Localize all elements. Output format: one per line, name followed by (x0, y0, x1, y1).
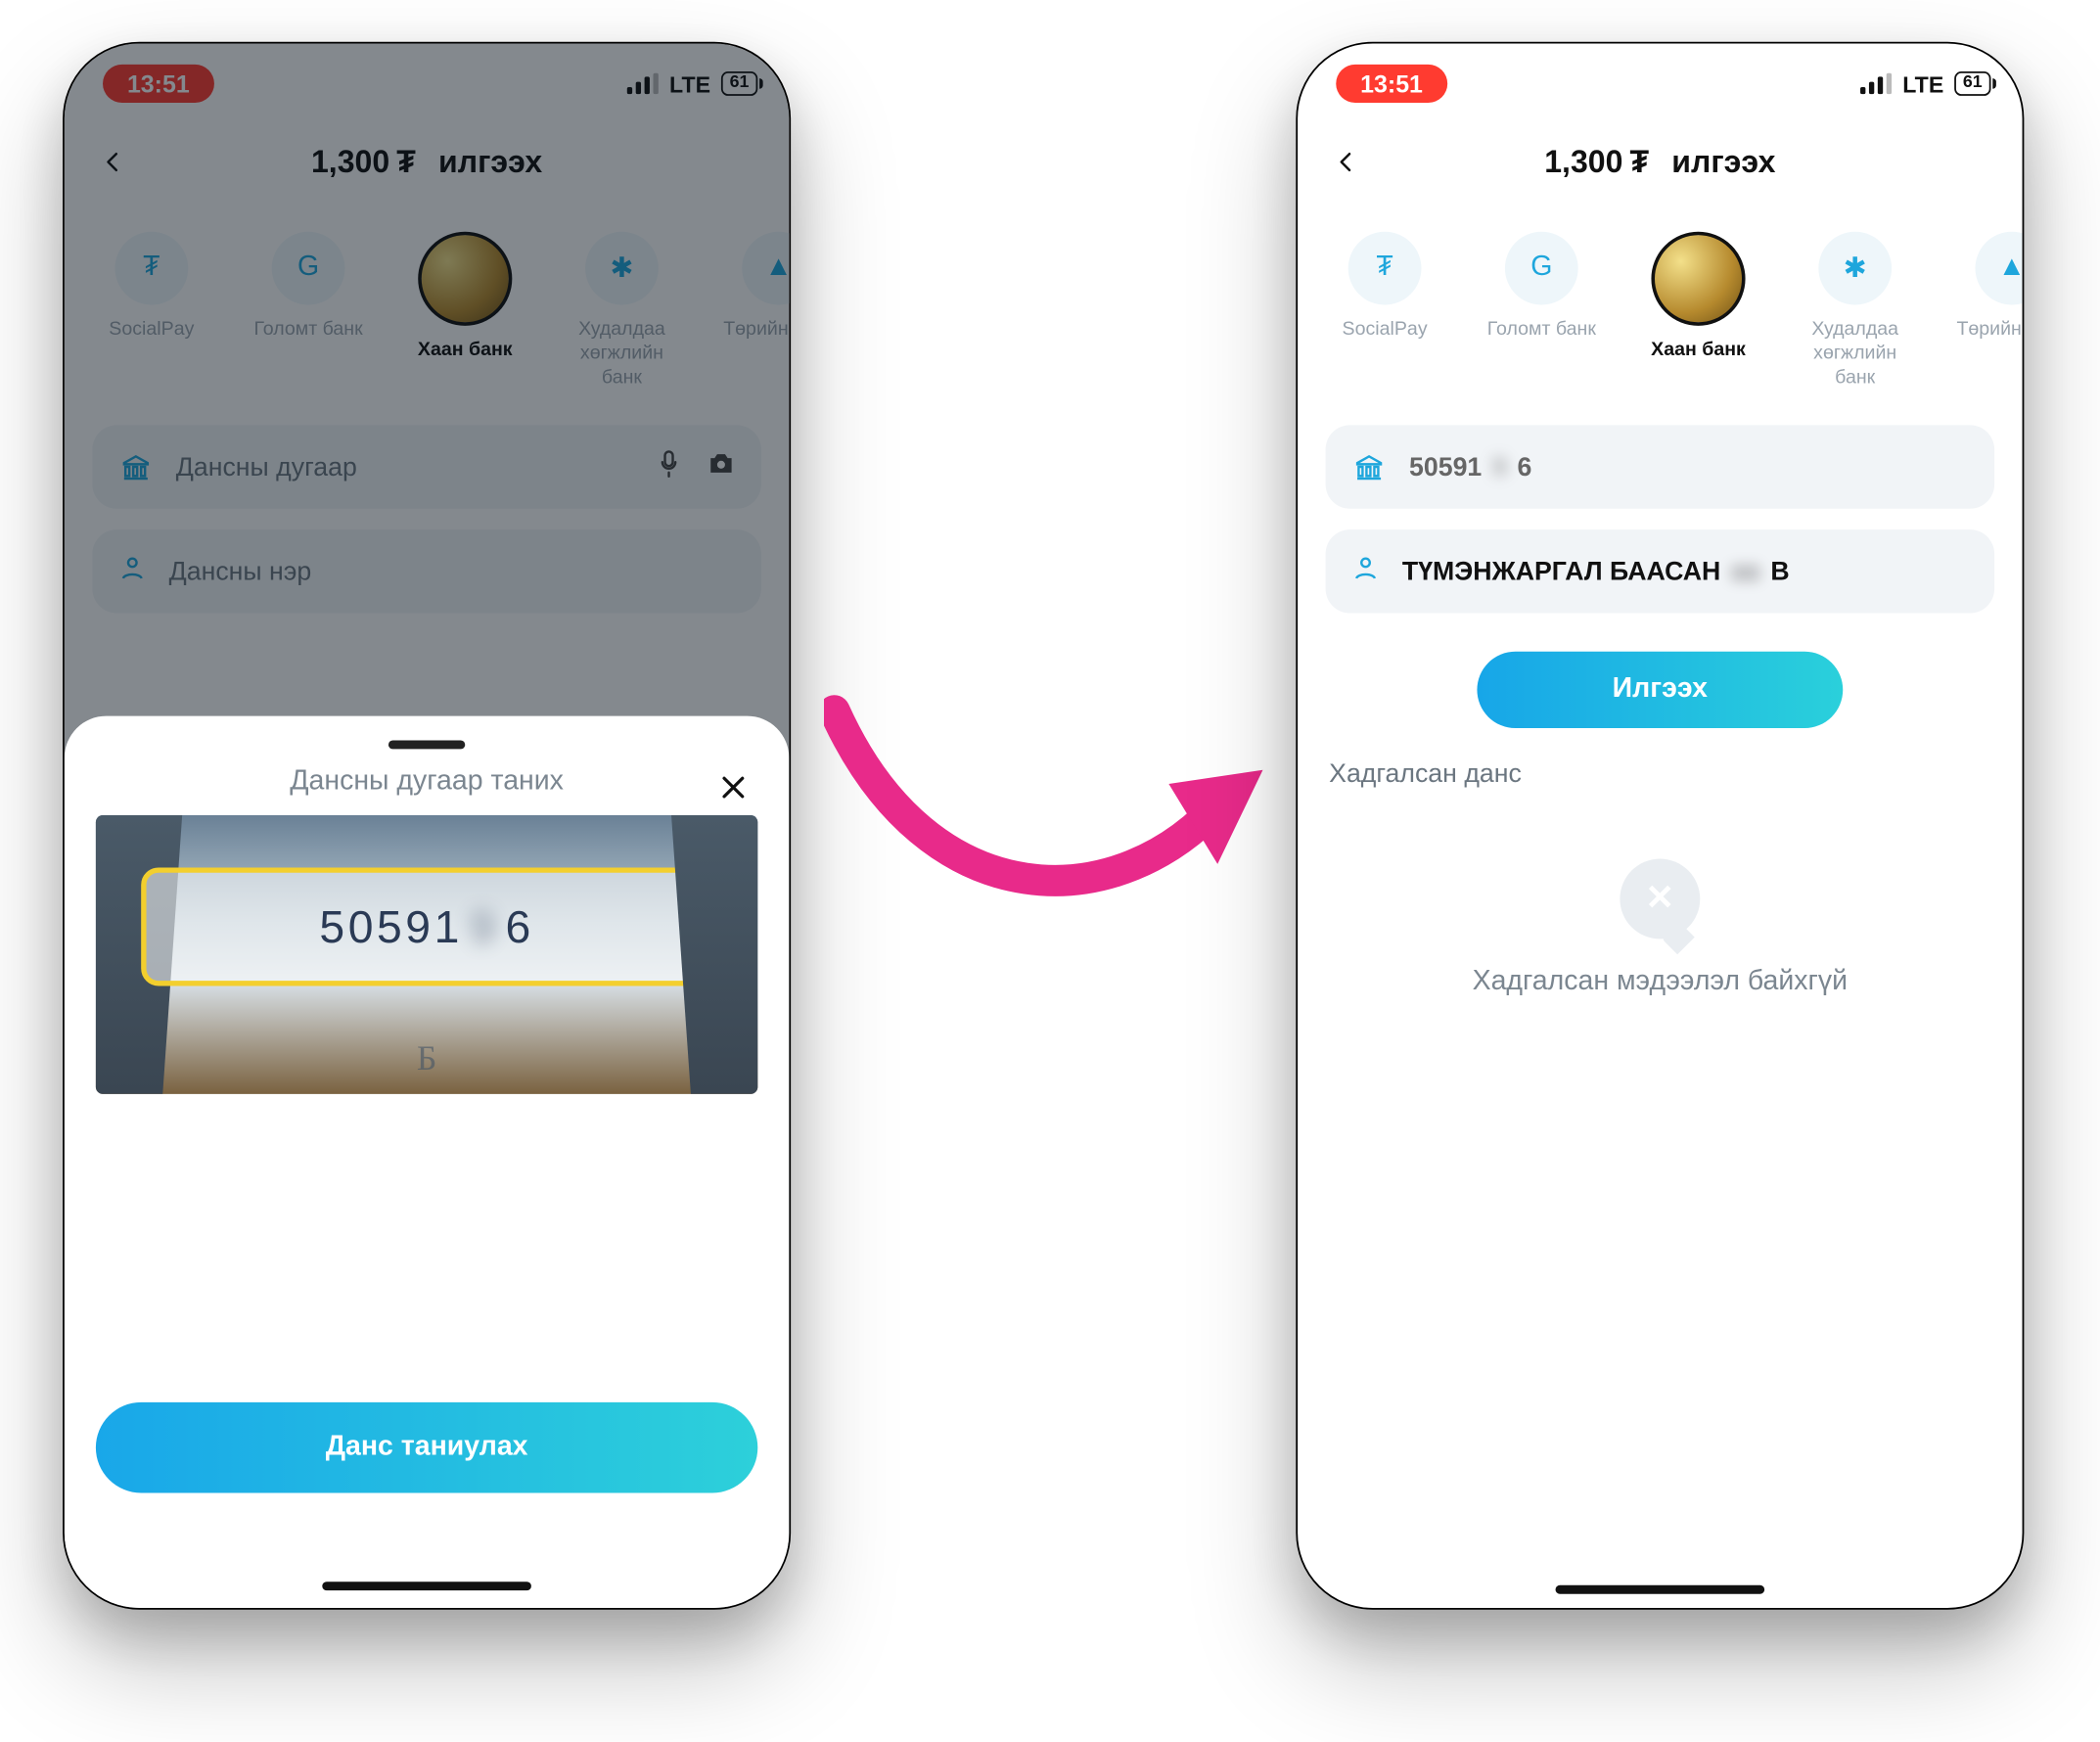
recognize-sheet: Дансны дугаар таних 5059196 Б Данс таниу… (65, 716, 789, 1608)
flow-arrow (824, 606, 1291, 954)
account-name-value: ТҮМЭНЖАРГАЛ БААСАНххВ (1402, 557, 1790, 586)
account-name-field[interactable]: ТҮМЭНЖАРГАЛ БААСАНххВ (1326, 530, 1995, 614)
chevron-left-icon (1334, 143, 1358, 181)
battery-icon: 61 (1954, 71, 1991, 96)
home-indicator[interactable] (1556, 1585, 1765, 1594)
saved-accounts-label: Хадгалсан данс (1298, 728, 2022, 789)
close-icon (717, 772, 749, 803)
network-label: LTE (1902, 70, 1943, 97)
bank-icon (1350, 448, 1389, 486)
close-button[interactable] (708, 763, 757, 812)
detection-box: 5059196 (141, 867, 712, 986)
person-icon (1350, 553, 1382, 591)
page-title: 1,300₮ илгээх (1544, 144, 1775, 180)
home-indicator[interactable] (322, 1582, 531, 1590)
knot-icon: ✱ (1836, 250, 1874, 288)
bank-golomt[interactable]: GГоломт банк (1479, 232, 1604, 390)
bank-tdb[interactable]: ✱Худалдаа хөгжлийн банк (1793, 232, 1918, 390)
signal-icon (1861, 73, 1893, 94)
bank-khan[interactable]: Хаан банк (1635, 232, 1760, 390)
bank-socialpay[interactable]: ₮SocialPay (1322, 232, 1447, 390)
photo-scribble: Б (417, 1040, 436, 1080)
coin-icon: ₮ (1366, 250, 1404, 288)
back-button[interactable] (1322, 138, 1371, 187)
sheet-grip[interactable] (388, 741, 465, 750)
phone-left: 13:51 LTE 61 1,300₮ илгээх ₮SocialPay GГ… (63, 42, 791, 1610)
empty-icon: ✕ (1620, 859, 1700, 940)
page-header: 1,300₮ илгээх (1298, 123, 2022, 200)
status-bar: 13:51 LTE 61 (1298, 44, 2022, 124)
account-number-value: 5059196 (1409, 452, 1531, 481)
status-time: 13:51 (1336, 65, 1447, 103)
scanned-photo: 5059196 Б (96, 815, 757, 1094)
account-number-field[interactable]: 5059196 (1326, 426, 1995, 509)
empty-state: ✕ Хадгалсан мэдээлэл байхгүй (1298, 790, 2022, 999)
recognize-button[interactable]: Данс таниулах (96, 1402, 757, 1493)
phone-right: 13:51 LTE 61 1,300₮ илгээх ₮SocialPay GГ… (1296, 42, 2024, 1610)
g-icon: G (1523, 250, 1561, 288)
empty-label: Хадгалсан мэдээлэл байхгүй (1298, 967, 2022, 998)
flame-icon: ▲ (1992, 250, 2022, 288)
send-button[interactable]: Илгээх (1477, 652, 1843, 728)
bank-selector[interactable]: ₮SocialPay GГоломт банк Хаан банк ✱Худал… (1298, 201, 2022, 405)
sheet-title: Дансны дугаар таних (96, 766, 757, 815)
bank-state[interactable]: ▲Төрийн банк (1949, 232, 2023, 390)
